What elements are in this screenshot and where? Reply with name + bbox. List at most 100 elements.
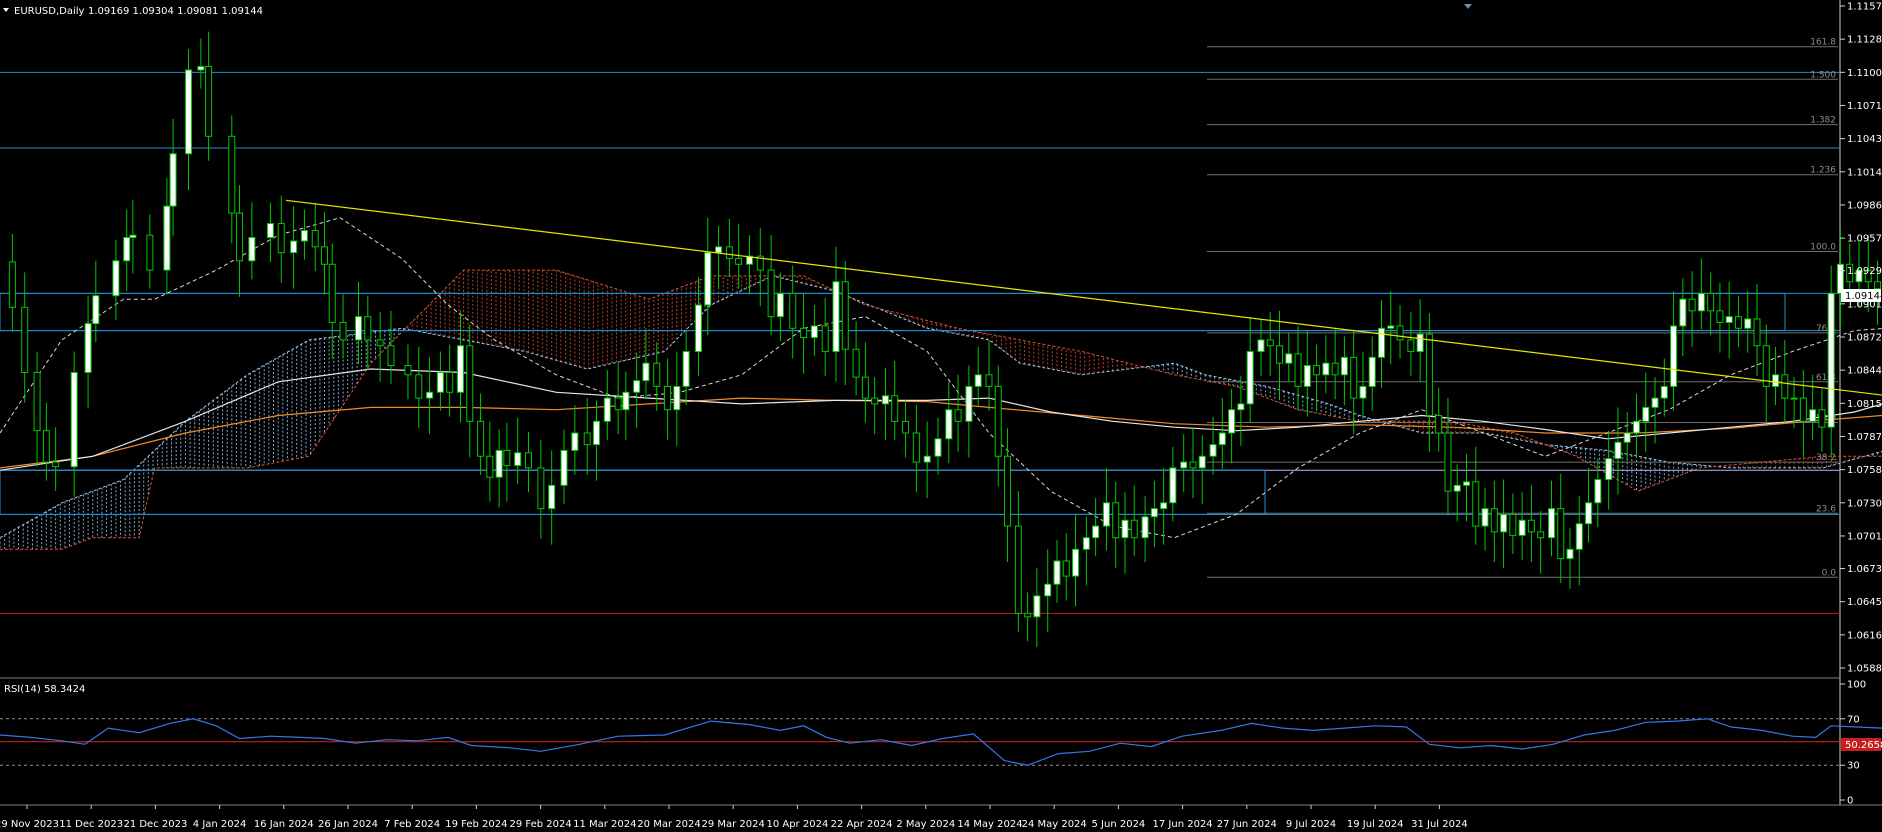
candle-body xyxy=(8,261,16,308)
candle-body xyxy=(123,237,131,262)
candle-body xyxy=(1209,444,1217,457)
candle-body xyxy=(1818,409,1826,428)
candle-body xyxy=(1697,292,1705,312)
candle-body xyxy=(1150,508,1158,518)
candle-body xyxy=(1014,525,1022,614)
candle-body xyxy=(1130,519,1138,539)
candle-body xyxy=(415,374,423,399)
candle-body xyxy=(704,252,712,306)
candle-body xyxy=(1688,298,1696,312)
candle-body xyxy=(42,430,50,463)
price-tick-label: 1.08440 xyxy=(1847,366,1882,377)
date-tick-label: 31 Jul 2024 xyxy=(1411,819,1468,830)
candle-body xyxy=(1462,481,1470,486)
candle-body xyxy=(1276,345,1284,364)
candle-body xyxy=(954,409,962,422)
candle-body xyxy=(548,484,556,510)
candle-body xyxy=(965,385,973,422)
candle-body xyxy=(1169,467,1177,504)
candle-body xyxy=(236,212,244,262)
candle-body xyxy=(974,374,982,387)
date-tick-label: 21 Dec 2023 xyxy=(123,819,187,830)
price-tick-label: 1.08155 xyxy=(1847,399,1882,410)
candle-body xyxy=(228,135,236,214)
candle-body xyxy=(1632,420,1640,434)
price-tick-label: 1.07015 xyxy=(1847,531,1882,542)
candle-body xyxy=(571,432,579,451)
date-tick-label: 16 Jan 2024 xyxy=(254,819,314,830)
date-tick-label: 29 Nov 2023 xyxy=(0,819,59,830)
candle-body xyxy=(1407,339,1415,353)
candle-body xyxy=(1557,508,1565,560)
candle-body xyxy=(21,306,29,373)
candle-body xyxy=(881,395,889,405)
candle-body xyxy=(841,281,849,350)
price-axis: 1.11570 1.11285 1.11000 1.10715 1.10430 1.101… xyxy=(1840,2,1882,675)
candle-body xyxy=(673,385,681,411)
candle-body xyxy=(1444,432,1452,492)
candle-body xyxy=(1670,325,1678,387)
date-tick-label: 2 May 2024 xyxy=(896,819,955,830)
candle-body xyxy=(1660,385,1668,399)
candle-body xyxy=(1453,484,1461,492)
fib-level-label: 38.2 xyxy=(1816,453,1836,463)
price-tick-label: 1.10145 xyxy=(1847,167,1882,178)
candle-body xyxy=(205,65,213,137)
candle-body xyxy=(146,234,154,271)
candle-body xyxy=(503,449,511,467)
price-tick-label: 1.09295 xyxy=(1847,266,1882,277)
candle-body xyxy=(1218,432,1226,446)
fib-level-label: 161.8 xyxy=(1810,38,1836,48)
candle-body xyxy=(1062,560,1070,577)
candle-body xyxy=(832,281,840,353)
candle-body xyxy=(1725,316,1733,323)
candle-body xyxy=(1112,502,1120,539)
price-tick-label: 1.11000 xyxy=(1847,68,1882,79)
candle-body xyxy=(912,432,920,463)
candle-body xyxy=(1734,316,1742,329)
candle-body xyxy=(1753,318,1761,347)
rsi-tick-label: 100 xyxy=(1847,680,1866,691)
date-tick-label: 19 Feb 2024 xyxy=(445,819,507,830)
candle-body xyxy=(1396,325,1404,341)
candle-body xyxy=(404,365,412,376)
date-tick-label: 9 Jul 2024 xyxy=(1286,819,1336,830)
candle-body xyxy=(355,316,363,341)
candle-body xyxy=(477,420,485,457)
candle-body xyxy=(1509,513,1517,536)
candle-body xyxy=(891,395,899,422)
candle-body xyxy=(70,371,78,468)
candle-body xyxy=(1623,432,1631,443)
candle-body xyxy=(1527,519,1535,533)
candle-body xyxy=(767,269,775,318)
candle-body xyxy=(994,385,1002,457)
fib-level-label: 1.236 xyxy=(1810,166,1836,176)
price-tick-label: 1.07585 xyxy=(1847,465,1882,476)
candle-body xyxy=(776,292,784,318)
candle-body xyxy=(1228,409,1236,434)
candle-body xyxy=(1772,374,1780,387)
candle-body xyxy=(1642,406,1650,422)
candle-body xyxy=(715,246,723,254)
candle-body xyxy=(1266,339,1274,347)
date-tick-label: 17 Jun 2024 xyxy=(1153,819,1213,830)
candle-body xyxy=(248,237,256,262)
price-tick-label: 1.06165 xyxy=(1847,630,1882,641)
date-tick-label: 22 Apr 2024 xyxy=(831,819,893,830)
price-tick-label: 1.10715 xyxy=(1847,101,1882,112)
candle-body xyxy=(300,230,308,242)
candle-body xyxy=(486,455,494,478)
rsi-tick-label: 0 xyxy=(1847,796,1853,807)
date-tick-label: 11 Mar 2024 xyxy=(573,819,636,830)
candle-body xyxy=(197,65,205,71)
candle-body xyxy=(1053,560,1061,585)
candle-body xyxy=(800,327,808,339)
candle-body xyxy=(84,323,92,373)
candle-body xyxy=(1033,595,1041,618)
candle-body xyxy=(266,223,274,239)
candle-body xyxy=(1518,519,1526,536)
candle-body xyxy=(1377,327,1385,358)
candle-body xyxy=(923,455,931,463)
candle-body xyxy=(33,371,41,432)
date-tick-label: 4 Jan 2024 xyxy=(193,819,247,830)
